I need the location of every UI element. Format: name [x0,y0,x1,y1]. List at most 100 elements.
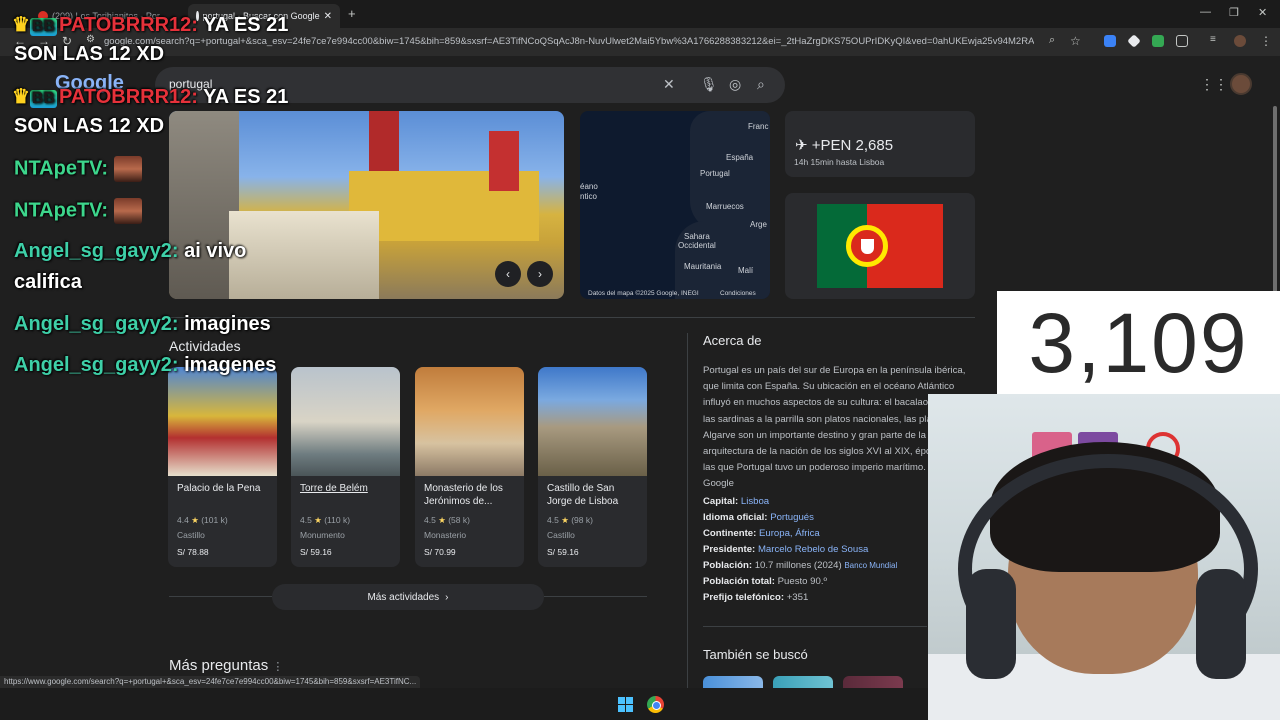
map-label: Franc [748,122,769,131]
rating-value: 4.4 [177,515,189,525]
activity-price: S/ 78.88 [177,547,209,557]
flag-shield [861,239,874,254]
chat-text: ai vivo [184,240,247,262]
map-label: Occidental [678,241,716,250]
chat-text: SON LAS 12 XD [14,115,165,137]
map-label: éano [580,182,598,191]
media-icon[interactable]: ≡ [1210,34,1216,45]
map-label: Marruecos [706,202,744,211]
search-icon[interactable]: ⌕ [757,76,765,93]
chrome-taskbar-icon[interactable] [647,696,664,713]
emote-icon [113,198,142,224]
activity-rating: 4.5 ★ (58 k) [424,515,470,526]
emote-icon [113,156,142,182]
fact-value: +351 [786,592,809,603]
chat-username: Angel_sg_gayy2: [14,240,179,262]
fact-value-link[interactable]: Lisboa [741,496,769,507]
fact-value: Puesto 90.º [777,576,827,587]
fact-capital: Capital: Lisboa [703,496,769,507]
activity-image [538,367,647,476]
fact-label: Población: [703,560,753,571]
more-activities-button[interactable]: Más actividades › [272,584,544,610]
crown-icon: ♛ [12,86,30,108]
chat-text: YA ES 21 [203,86,289,108]
windows-start-icon[interactable] [618,697,633,712]
clear-icon[interactable]: ✕ [663,76,675,93]
activity-card[interactable]: Palacio de la Pena 4.4 ★ (101 k) Castill… [168,367,277,567]
activity-price: S/ 70.99 [424,547,456,557]
related-thumbnail[interactable] [843,676,903,688]
more-activities-label: Más actividades [367,591,440,603]
new-tab-button[interactable]: + [348,6,356,21]
map-attribution: Datos del mapa ©2025 Google, INEGI [588,290,699,297]
carousel-next-button[interactable]: › [527,261,553,287]
extension-icon[interactable] [1104,35,1116,47]
flight-card[interactable]: ✈ +PEN 2,685 14h 15min hasta Lisboa [785,111,975,177]
map-label: Arge [750,220,767,229]
microphone-icon[interactable]: 🎙 [700,76,718,93]
badge-icon: BB [29,18,58,36]
flag-card[interactable] [785,193,975,299]
fact-label: Prefijo telefónico: [703,592,785,603]
map-preview[interactable]: Franc España Portugal éano ntico Marruec… [580,111,770,299]
chat-message: NTApeTV: [14,198,142,224]
activity-card[interactable]: Monasterio de los Jerónimos de... 4.5 ★ … [415,367,524,567]
close-tab-icon[interactable]: ✕ [324,11,332,22]
map-label: Sahara [684,232,710,241]
fact-total-population: Población total: Puesto 90.º [703,576,827,587]
activity-type: Castillo [547,530,575,540]
source-link[interactable]: Banco Mundial [844,561,897,570]
activity-type: Monasterio [424,530,467,540]
fact-population: Población: 10.7 millones (2024) Banco Mu… [703,560,897,571]
star-icon: ★ [191,515,199,525]
extension-icon[interactable] [1127,34,1141,48]
activity-name: Castillo de San Jorge de Lisboa [547,483,619,507]
activities-title: Actividades [169,338,241,354]
flight-price-value: +PEN 2,685 [811,137,894,154]
fact-value-link[interactable]: Marcelo Rebelo de Sousa [758,544,868,555]
star-icon: ★ [438,515,446,525]
review-count: (101 k) [201,515,228,525]
map-conditions-link[interactable]: Condiciones [720,290,756,297]
portugal-flag [817,204,943,288]
account-avatar[interactable] [1230,73,1252,95]
menu-kebab-icon[interactable]: ⋮ [1260,34,1272,48]
related-thumbnail[interactable] [703,676,763,688]
activity-card[interactable]: Torre de Belém 4.5 ★ (110 k) Monumento S… [291,367,400,567]
more-questions-label: Más preguntas [169,657,269,674]
flag-emblem [846,225,888,267]
activity-name: Palacio de la Pena [177,483,261,494]
more-options-icon[interactable]: ⋮ [272,661,283,673]
activity-rating: 4.5 ★ (110 k) [300,515,350,526]
about-panel: Acerca de Portugal es un país del sur de… [703,333,973,603]
close-window-button[interactable]: ✕ [1258,6,1267,19]
map-label: Malí [738,266,754,275]
also-searched-title: También se buscó [703,647,808,662]
chat-message: ♛ BB PATOBRRR12: YA ES 21 [12,84,288,109]
url-field[interactable]: google.com/search?q=+portugal+&sca_esv=2… [104,36,1034,47]
activity-card[interactable]: Castillo de San Jorge de Lisboa 4.5 ★ (9… [538,367,647,567]
review-count: (98 k) [571,515,593,525]
extension-icon[interactable] [1152,35,1164,47]
maximize-button[interactable]: ❐ [1229,6,1239,19]
divider [703,626,927,627]
activity-rating: 4.4 ★ (101 k) [177,515,228,526]
extensions-puzzle-icon[interactable] [1176,35,1188,47]
zoom-icon[interactable]: ⌕ [1049,34,1055,47]
activity-name: Monasterio de los Jerónimos de... [424,483,503,507]
fact-value-link[interactable]: Portugués [770,512,814,523]
chat-text: imagines [184,313,271,335]
profile-avatar[interactable] [1234,35,1246,47]
related-thumbnail[interactable] [773,676,833,688]
fact-value-link[interactable]: Europa, África [759,528,820,539]
headphones-ear [1196,569,1246,679]
chevron-right-icon: › [445,591,449,603]
carousel-prev-button[interactable]: ‹ [495,261,521,287]
review-count: (58 k) [448,515,470,525]
rating-value: 4.5 [300,515,312,525]
bookmark-star-icon[interactable]: ☆ [1070,34,1081,48]
chat-username: NTApeTV: [14,199,109,222]
minimize-button[interactable]: — [1200,6,1211,18]
scrollbar-thumb[interactable] [1273,106,1277,296]
lens-icon[interactable]: ◎ [729,76,741,93]
